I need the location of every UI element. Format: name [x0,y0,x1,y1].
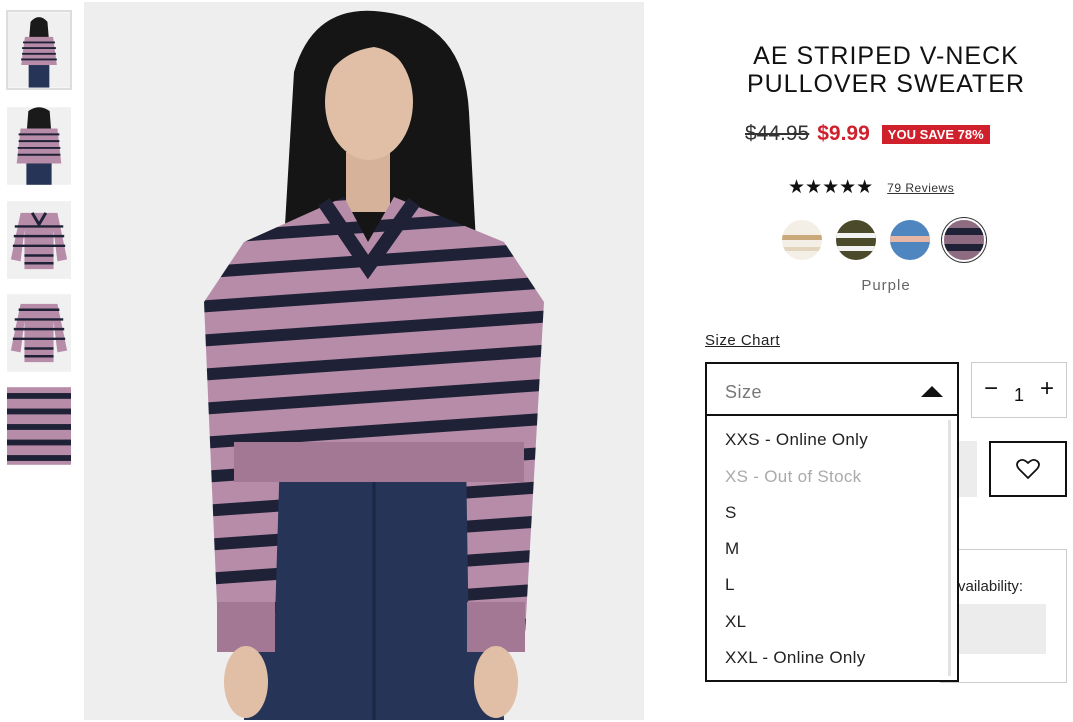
original-price: $44.95 [745,122,810,145]
size-select-label: Size [725,382,763,402]
thumbnail-front-model[interactable] [6,10,72,90]
store-availability-panel: vailability: [940,549,1067,683]
main-product-image [84,2,644,720]
swatch-blue[interactable] [890,220,930,260]
savings-badge: YOU SAVE 78% [881,124,990,144]
swatch-purple[interactable] [944,220,984,260]
heart-icon [1016,458,1040,479]
product-title: AE STRIPED V-NECK PULLOVER SWEATER [700,42,1072,98]
size-option-l[interactable]: L [725,575,735,595]
size-select[interactable]: Size [705,362,959,416]
size-option-xxs[interactable]: XXS - Online Only [725,430,868,450]
rating-row: ★★★★★ 79 Reviews [788,176,954,199]
thumbnail-flat-back[interactable] [6,293,72,373]
size-chart-link[interactable]: Size Chart [705,332,780,349]
price-row: $44.95 $9.99 YOU SAVE 78% [745,122,990,146]
reviews-link[interactable]: 79 Reviews [887,181,954,195]
thumbnail-flat-front[interactable] [6,200,72,280]
quantity-stepper: − 1 + [971,362,1067,418]
star-rating-icon: ★★★★★ [788,177,874,198]
color-swatches [782,220,998,260]
size-option-s[interactable]: S [725,503,737,523]
size-dropdown-list: XXS - Online Only XS - Out of Stock S M … [705,416,959,682]
availability-label: vailability: [958,578,1024,595]
size-option-xl[interactable]: XL [725,612,746,632]
selected-color-label: Purple [861,277,911,294]
swatch-cream[interactable] [782,220,822,260]
product-title-line-1: AE STRIPED V-NECK [753,42,1019,70]
size-option-m[interactable]: M [725,539,739,559]
product-title-line-2: PULLOVER SWEATER [746,70,1026,98]
thumbnail-fabric-detail[interactable] [6,386,72,466]
size-option-xs: XS - Out of Stock [725,467,862,486]
thumbnail-back-model[interactable] [6,106,72,186]
dropdown-scrollbar[interactable] [948,420,951,676]
caret-up-icon [921,386,943,397]
quantity-increase-button[interactable]: + [1040,375,1054,403]
size-option-xxl[interactable]: XXL - Online Only [725,648,866,668]
swatch-olive[interactable] [836,220,876,260]
wishlist-button[interactable] [989,441,1067,497]
sale-price: $9.99 [817,122,870,145]
